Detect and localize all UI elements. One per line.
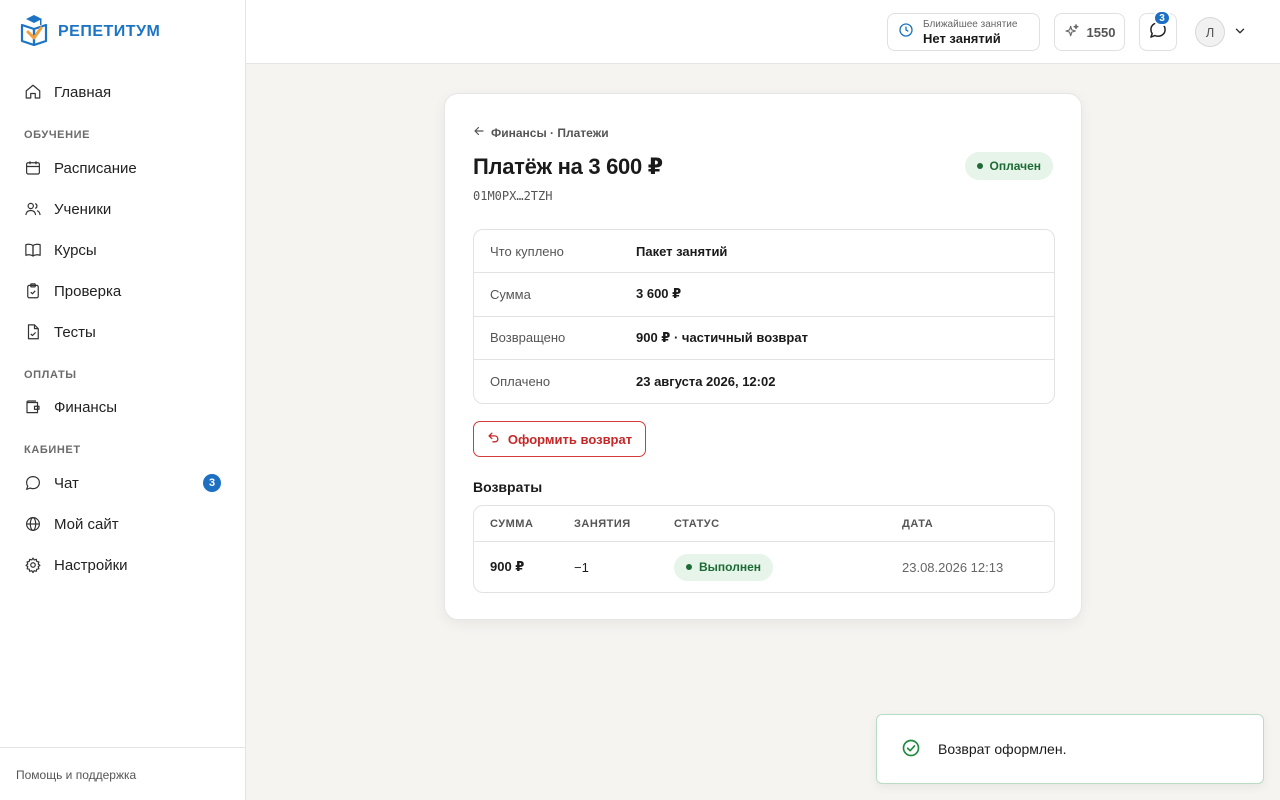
sidebar-item-home[interactable]: Главная — [24, 77, 221, 107]
sidebar-item-label: Проверка — [54, 282, 122, 300]
users-icon — [24, 200, 42, 218]
arrow-left-icon — [473, 125, 485, 140]
refund-status-label: Выполнен — [699, 560, 761, 574]
refund-status-cell: Выполнен — [674, 553, 902, 581]
next-lesson-widget[interactable]: Ближайшее занятие Нет занятий — [887, 13, 1040, 51]
status-dot-icon — [976, 163, 983, 169]
detail-key: Возвращено — [490, 330, 566, 346]
detail-value: 3 600 ₽ — [636, 286, 682, 302]
sidebar-item-label: Чат — [54, 474, 79, 492]
gear-icon — [24, 556, 42, 574]
sidebar-item-tests[interactable]: Тесты — [24, 317, 221, 347]
sidebar-item-finance[interactable]: Финансы — [24, 392, 221, 422]
toast-message: Возврат оформлен. — [938, 741, 1067, 757]
refunds-table: СУММА ЗАНЯТИЯ СТАТУС ДАТА 900 ₽ −1 Выпол… — [473, 505, 1055, 593]
table-row: 900 ₽ −1 Выполнен 23.08.2026 12:13 — [474, 542, 1054, 592]
refund-lessons: −1 — [574, 559, 589, 575]
book-icon — [24, 241, 42, 259]
detail-key: Оплачено — [490, 373, 551, 389]
column-header: ЗАНЯТИЯ — [574, 517, 631, 530]
sidebar-item-label: Курсы — [54, 241, 97, 259]
next-lesson-value: Нет занятий — [923, 30, 1001, 46]
page-title: Платёж на 3 600 ₽ — [473, 154, 663, 179]
sidebar-item-label: Настройки — [54, 556, 128, 574]
column-header: СТАТУС — [674, 517, 720, 530]
payment-details-table: Что куплено Пакет занятий Сумма 3 600 ₽ … — [473, 229, 1055, 404]
detail-value: 900 ₽ · частичный возврат — [636, 329, 808, 345]
sidebar-item-review[interactable]: Проверка — [24, 276, 221, 306]
breadcrumb-back-link[interactable]: Финансы · Платежи — [473, 125, 609, 140]
chat-bubble-icon — [24, 474, 42, 492]
detail-row: Оплачено 23 августа 2026, 12:02 — [474, 360, 1054, 403]
clipboard-check-icon — [24, 282, 42, 300]
calendar-icon — [24, 159, 42, 177]
sidebar-item-courses[interactable]: Курсы — [24, 235, 221, 265]
refund-status-badge: Выполнен — [674, 553, 773, 581]
status-dot-icon — [686, 564, 692, 570]
detail-key: Что куплено — [490, 243, 564, 259]
issue-refund-button[interactable]: Оформить возврат — [473, 421, 646, 457]
sidebar-item-label: Тесты — [54, 323, 96, 341]
sidebar-item-schedule[interactable]: Расписание — [24, 153, 221, 183]
sidebar-section-payments: ОПЛАТЫ — [24, 369, 77, 381]
sidebar-item-label: Ученики — [54, 200, 112, 218]
sidebar-section-cabinet: КАБИНЕТ — [24, 444, 81, 456]
chevron-down-icon[interactable] — [1233, 24, 1247, 38]
table-header: СУММА ЗАНЯТИЯ СТАТУС ДАТА — [474, 506, 1054, 542]
sparkles-icon — [1064, 23, 1080, 42]
chat-unread-badge: 3 — [203, 474, 221, 492]
check-circle-icon — [901, 738, 921, 761]
detail-value: Пакет занятий — [636, 243, 728, 259]
sidebar-item-label: Главная — [54, 83, 112, 101]
detail-value: 23 августа 2026, 12:02 — [636, 373, 776, 389]
sidebar-item-label: Расписание — [54, 159, 137, 177]
status-badge: Оплачен — [964, 152, 1053, 180]
sidebar-item-label: Финансы — [54, 398, 117, 416]
points-button[interactable]: 1550 — [1054, 13, 1125, 51]
payment-card: Финансы · Платежи Платёж на 3 600 ₽ 01M0… — [444, 93, 1082, 620]
undo-arrow-icon — [487, 431, 500, 447]
column-header: СУММА — [490, 517, 534, 530]
clock-icon — [898, 22, 914, 43]
sidebar-item-students[interactable]: Ученики — [24, 194, 221, 224]
next-lesson-label: Ближайшее занятие — [923, 18, 1018, 30]
refunds-title: Возвраты — [473, 479, 543, 495]
sidebar: РЕПЕТИТУМ Главная ОБУЧЕНИЕ Расписание Уч… — [0, 0, 246, 800]
column-header: ДАТА — [902, 517, 934, 530]
detail-row: Что куплено Пакет занятий — [474, 230, 1054, 274]
issue-refund-label: Оформить возврат — [507, 431, 633, 447]
breadcrumb: Финансы · Платежи — [491, 125, 609, 140]
top-header: Ближайшее занятие Нет занятий 1550 3 Л — [246, 0, 1280, 64]
sidebar-item-label: Мой сайт — [54, 515, 119, 533]
status-badge-label: Оплачен — [989, 159, 1041, 173]
help-support-link[interactable]: Помощь и поддержка — [0, 747, 245, 800]
wallet-icon — [24, 398, 42, 416]
user-avatar[interactable]: Л — [1195, 17, 1225, 47]
sidebar-item-settings[interactable]: Настройки — [24, 550, 221, 580]
file-check-icon — [24, 323, 42, 341]
payment-id: 01M0PX…2TZH — [473, 189, 553, 203]
success-toast: Возврат оформлен. — [876, 714, 1264, 784]
detail-key: Сумма — [490, 286, 531, 302]
sidebar-item-site[interactable]: Мой сайт — [24, 509, 221, 539]
detail-row: Возвращено 900 ₽ · частичный возврат — [474, 317, 1054, 360]
home-icon — [24, 83, 42, 101]
header-chat-button[interactable]: 3 — [1139, 10, 1177, 51]
refund-date: 23.08.2026 12:13 — [902, 559, 1004, 575]
header-chat-badge: 3 — [1153, 10, 1171, 26]
brand-name: РЕПЕТИТУМ — [58, 23, 161, 40]
help-support-label: Помощь и поддержка — [16, 768, 137, 782]
detail-row: Сумма 3 600 ₽ — [474, 273, 1054, 317]
globe-icon — [24, 515, 42, 533]
sidebar-section-learning: ОБУЧЕНИЕ — [24, 129, 91, 141]
points-value: 1550 — [1086, 24, 1116, 40]
logo-icon — [20, 14, 48, 51]
refund-amount: 900 ₽ — [490, 559, 525, 574]
brand-logo[interactable]: РЕПЕТИТУМ — [20, 14, 160, 50]
sidebar-item-chat[interactable]: Чат 3 — [24, 468, 221, 498]
